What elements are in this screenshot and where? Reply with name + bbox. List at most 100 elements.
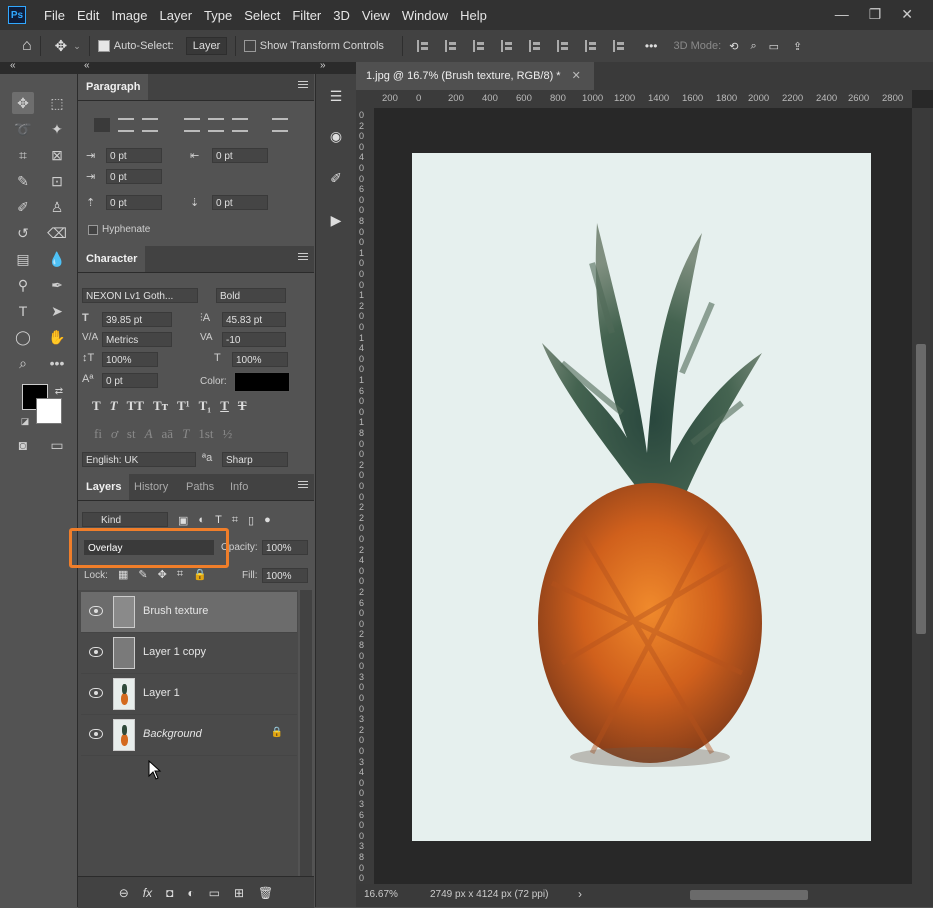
baseline-shift-field[interactable]: 0 pt xyxy=(102,373,158,388)
tab-info[interactable]: Info xyxy=(222,474,256,500)
old-style-icon[interactable]: ơ xyxy=(111,426,118,442)
more-options-button[interactable]: ••• xyxy=(645,39,658,53)
lock-position-icon[interactable]: ✥ xyxy=(158,568,167,581)
menu-edit[interactable]: Edit xyxy=(71,8,105,23)
faux-italic-icon[interactable]: T xyxy=(110,398,118,414)
justify-last-right-icon[interactable] xyxy=(232,118,248,132)
expand-panels-icon[interactable]: » xyxy=(320,60,326,71)
menu-select[interactable]: Select xyxy=(238,8,286,23)
share-icon[interactable]: ⇪ xyxy=(793,40,802,53)
close-tab-icon[interactable]: ✕ xyxy=(572,70,581,82)
fractions-icon[interactable]: ½ xyxy=(222,426,232,442)
vertical-scale-field[interactable]: 100% xyxy=(102,352,158,367)
align-center-text-icon[interactable] xyxy=(118,118,134,132)
chevron-right-icon[interactable]: › xyxy=(578,887,582,901)
magic-wand-icon[interactable]: ✦ xyxy=(46,118,68,140)
all-caps-icon[interactable]: TT xyxy=(127,398,144,414)
document-canvas[interactable] xyxy=(412,153,871,841)
zoom-level[interactable]: 16.67% xyxy=(364,889,398,900)
panel-menu-icon[interactable] xyxy=(298,481,308,482)
collapse-panels-icon[interactable]: « xyxy=(84,60,90,71)
quick-mask-icon[interactable]: ◙ xyxy=(12,434,34,456)
stylistic-alternates-icon[interactable]: aā xyxy=(162,426,174,442)
align-left-text-icon[interactable] xyxy=(94,118,110,132)
marquee-tool-icon[interactable]: ⬚ xyxy=(46,92,68,114)
pen-tool-icon[interactable]: ✒ xyxy=(46,274,68,296)
minimize-button[interactable]: — xyxy=(835,6,849,23)
dodge-tool-icon[interactable]: ⚲ xyxy=(12,274,34,296)
layer-row[interactable]: Layer 1 copy xyxy=(81,633,297,674)
chevron-down-icon[interactable]: ⌄ xyxy=(73,41,81,52)
leading-field[interactable]: 45.83 pt xyxy=(222,312,286,327)
menu-view[interactable]: View xyxy=(356,8,396,23)
layers-scrollbar[interactable] xyxy=(300,590,312,880)
swash-icon[interactable]: A xyxy=(145,426,153,442)
strikethrough-icon[interactable]: T xyxy=(238,398,247,414)
layer-row[interactable]: Layer 1 xyxy=(81,674,297,715)
indent-first-line-field[interactable]: 0 pt xyxy=(106,169,162,184)
language-select[interactable]: English: UK xyxy=(82,452,196,467)
align-left-icon[interactable] xyxy=(416,40,431,52)
blur-tool-icon[interactable]: 💧 xyxy=(46,248,68,270)
visibility-eye-icon[interactable] xyxy=(89,729,103,739)
indent-right-field[interactable]: 0 pt xyxy=(212,148,268,163)
search-icon[interactable]: ⌕ xyxy=(750,40,756,53)
crop-tool-icon[interactable]: ⌗ xyxy=(12,144,34,166)
layer-name[interactable]: Background xyxy=(143,728,202,740)
move-tool-icon[interactable]: ✥ xyxy=(12,92,34,114)
titling-icon[interactable]: T xyxy=(182,426,189,442)
subscript-icon[interactable]: T₁ xyxy=(199,398,212,414)
type-filter-icon[interactable]: T xyxy=(215,514,222,527)
tab-character[interactable]: Character xyxy=(78,246,146,272)
document-tab[interactable]: 1.jpg @ 16.7% (Brush texture, RGB/8) * ✕ xyxy=(356,62,594,90)
justify-last-center-icon[interactable] xyxy=(208,118,224,132)
ellipse-tool-icon[interactable]: ◯ xyxy=(12,326,34,348)
distribute-v-icon[interactable] xyxy=(612,40,627,52)
justify-last-left-icon[interactable] xyxy=(184,118,200,132)
vertical-ruler[interactable]: 0200400600800100012001400160018002000220… xyxy=(356,108,375,904)
faux-bold-icon[interactable]: T xyxy=(92,398,101,414)
channels-icon[interactable]: ◉ xyxy=(324,124,348,148)
new-layer-icon[interactable]: ⊞ xyxy=(234,886,244,900)
actions-play-icon[interactable]: ▶ xyxy=(324,208,348,232)
auto-select-checkbox[interactable] xyxy=(97,40,110,52)
layer-name[interactable]: Layer 1 copy xyxy=(143,646,206,658)
lock-transparent-icon[interactable]: ▦ xyxy=(118,568,128,581)
font-family-select[interactable]: NEXON Lv1 Goth... xyxy=(82,288,198,303)
tab-layers[interactable]: Layers xyxy=(78,474,130,500)
menu-3d[interactable]: 3D xyxy=(327,8,356,23)
frame-tool-icon[interactable]: ⊠ xyxy=(46,144,68,166)
superscript-icon[interactable]: T¹ xyxy=(177,398,190,414)
tab-history[interactable]: History xyxy=(126,474,176,500)
kerning-select[interactable]: Metrics xyxy=(102,332,172,347)
align-top-icon[interactable] xyxy=(528,40,543,52)
group-icon[interactable]: ▭ xyxy=(209,886,220,900)
link-icon[interactable]: ⊖ xyxy=(119,886,129,900)
tab-paths[interactable]: Paths xyxy=(178,474,222,500)
orbit-icon[interactable]: ⟲ xyxy=(729,40,738,53)
menu-layer[interactable]: Layer xyxy=(154,8,199,23)
fx-icon[interactable]: fx xyxy=(143,886,152,900)
align-right-text-icon[interactable] xyxy=(142,118,158,132)
show-transform-checkbox[interactable] xyxy=(243,40,256,52)
visibility-eye-icon[interactable] xyxy=(89,688,103,698)
font-style-select[interactable]: Bold xyxy=(216,288,286,303)
history-brush-icon[interactable]: ↺ xyxy=(12,222,34,244)
workspace-icon[interactable]: ▭ xyxy=(769,40,779,53)
fill-field[interactable]: 100% xyxy=(262,568,308,583)
align-center-icon[interactable] xyxy=(444,40,459,52)
swap-colors-icon[interactable]: ⇄ xyxy=(48,380,70,402)
menu-help[interactable]: Help xyxy=(454,8,493,23)
stamp-tool-icon[interactable]: ♙ xyxy=(46,196,68,218)
align-right-icon[interactable] xyxy=(472,40,487,52)
mask-icon[interactable]: ◘ xyxy=(166,886,173,900)
pixel-filter-icon[interactable]: ▣ xyxy=(178,514,188,527)
panel-menu-icon[interactable] xyxy=(298,253,308,254)
visibility-eye-icon[interactable] xyxy=(89,647,103,657)
small-caps-icon[interactable]: Tт xyxy=(153,398,168,414)
ligatures-icon[interactable]: fi xyxy=(94,426,102,442)
adjustment-filter-icon[interactable]: ◐ xyxy=(198,514,205,527)
trash-icon[interactable]: 🗑 xyxy=(258,886,273,900)
underline-icon[interactable]: T xyxy=(220,398,229,414)
font-size-field[interactable]: 39.85 pt xyxy=(102,312,172,327)
